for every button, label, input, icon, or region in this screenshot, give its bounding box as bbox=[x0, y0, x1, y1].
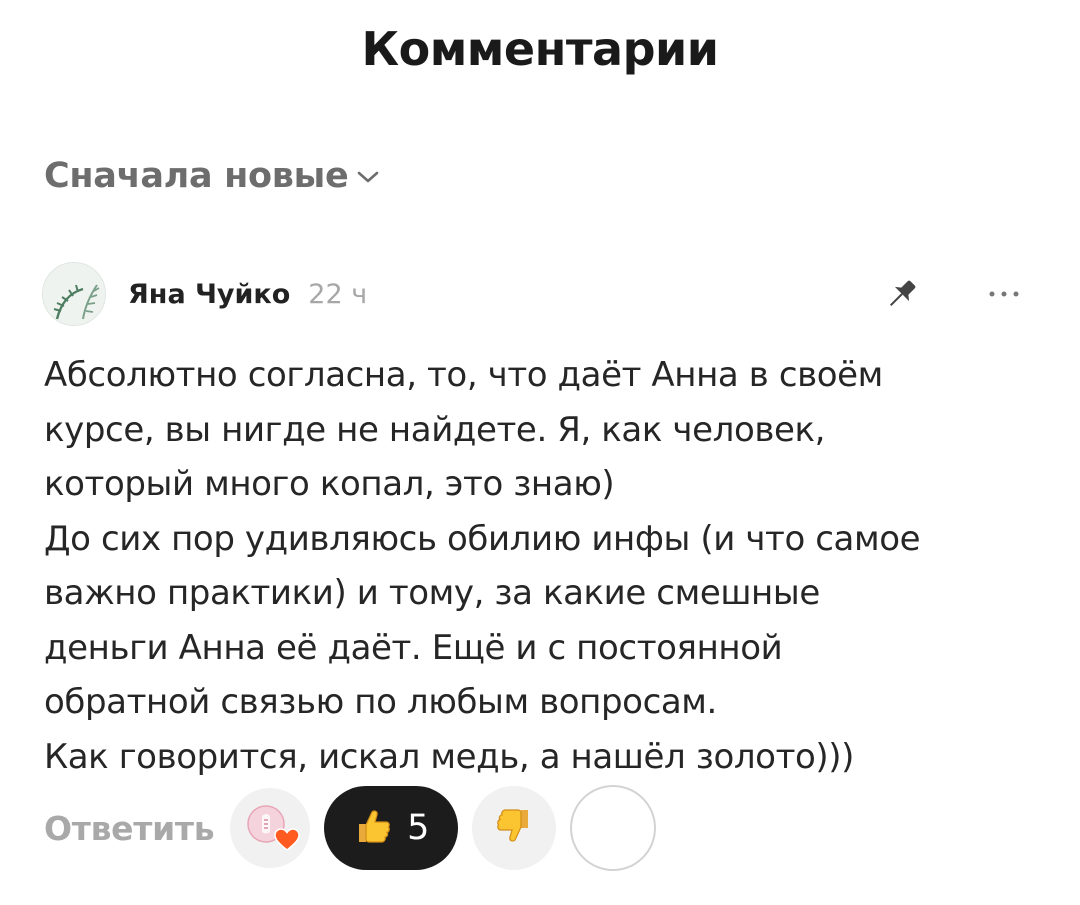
thumbs-up-icon bbox=[353, 806, 393, 850]
dislike-button[interactable] bbox=[472, 786, 557, 870]
reply-button[interactable]: Ответить bbox=[44, 809, 215, 848]
comment-line: обратной связью по любым вопросам. bbox=[44, 682, 717, 722]
comment-text: Абсолютно согласна, то, что даёт Анна в … bbox=[44, 348, 1054, 784]
comment-actions: Ответить 5 bbox=[44, 785, 657, 871]
more-dots-icon bbox=[989, 291, 1019, 297]
sort-label: Сначала новые bbox=[44, 156, 349, 196]
thumbs-down-icon bbox=[494, 806, 534, 850]
author-name[interactable]: Яна Чуйко bbox=[128, 279, 290, 310]
comment-line: деньги Анна её даёт. Ещё и с постоянной bbox=[44, 627, 783, 668]
more-options-button[interactable] bbox=[984, 274, 1024, 314]
comment-header: Яна Чуйко 22 ч bbox=[42, 262, 1038, 326]
like-button[interactable]: 5 bbox=[324, 786, 459, 870]
comment-line: Как говорится, искал медь, а нашёл золот… bbox=[44, 736, 854, 777]
comment-time: 22 ч bbox=[308, 278, 368, 310]
avatar[interactable] bbox=[42, 262, 106, 326]
chevron-down-icon bbox=[356, 169, 380, 189]
reaction-avatar[interactable] bbox=[230, 788, 311, 868]
comment-line: важно практики) и тому, за какие смешные bbox=[44, 573, 820, 613]
comment-line: который много копал, это знаю) bbox=[44, 464, 615, 504]
like-count: 5 bbox=[407, 808, 430, 848]
pin-icon bbox=[882, 274, 922, 314]
page-title: Комментарии bbox=[361, 22, 719, 76]
comment-line: Абсолютно согласна, то, что даёт Анна в … bbox=[44, 355, 883, 395]
add-reaction-button[interactable] bbox=[570, 785, 657, 871]
sort-dropdown[interactable]: Сначала новые bbox=[44, 156, 380, 196]
heart-reaction-icon bbox=[274, 828, 301, 856]
comment-line: До сих пор удивляюсь обилию инфы (и что … bbox=[44, 518, 921, 559]
comment-line: курсе, вы нигде не найдете. Я, как челов… bbox=[44, 409, 826, 450]
